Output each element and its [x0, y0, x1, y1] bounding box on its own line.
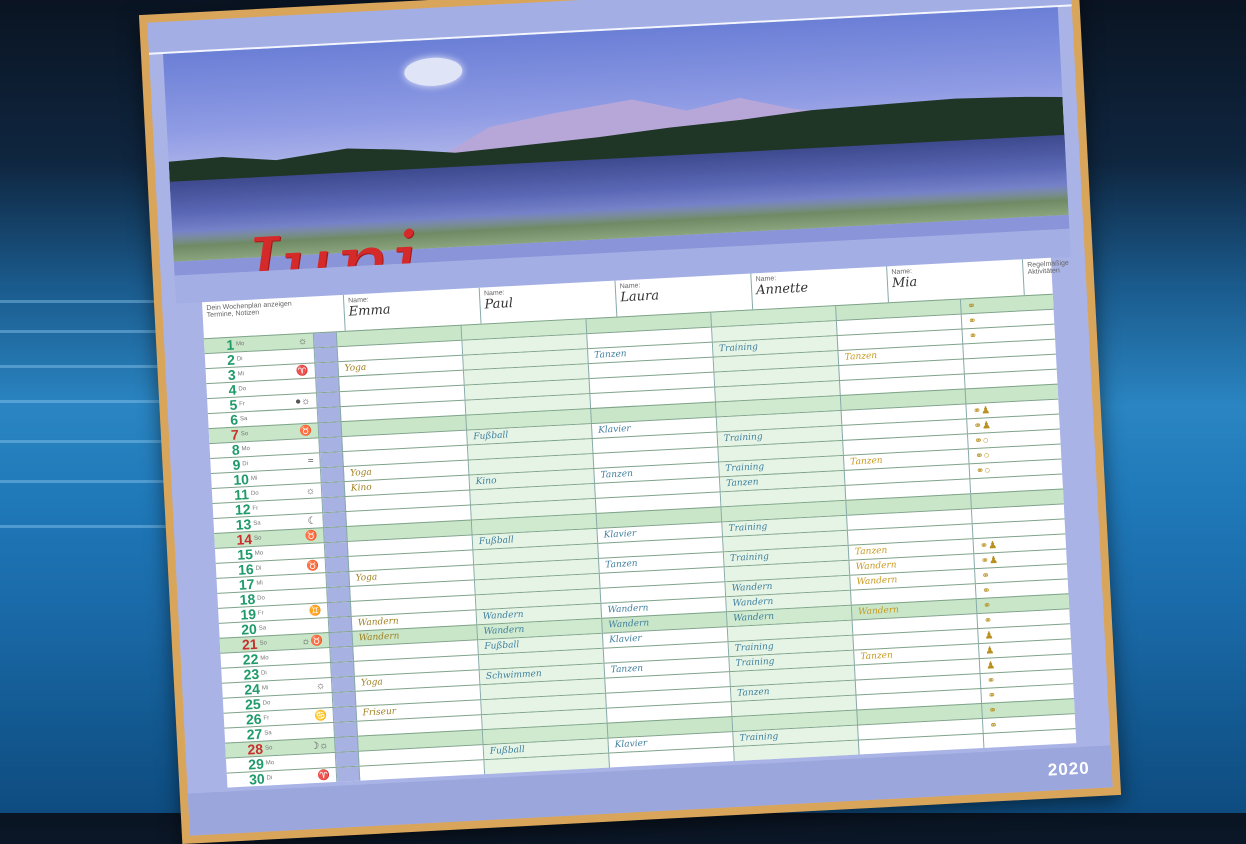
weekday-abbrev: Mo	[265, 760, 275, 767]
weekday-abbrev: Di	[242, 461, 249, 468]
weekday-abbrev: Mi	[250, 475, 258, 482]
day-number: 5	[229, 396, 238, 413]
weekday-abbrev: Fr	[263, 715, 270, 722]
day-number: 4	[228, 381, 237, 398]
week-column	[318, 422, 343, 438]
weekday-abbrev: Do	[250, 490, 259, 497]
week-column	[315, 362, 339, 378]
water-streak	[0, 400, 180, 403]
week-column	[316, 392, 341, 408]
week-column	[323, 512, 347, 528]
week-column	[314, 347, 339, 363]
weekday-abbrev: Mo	[254, 550, 264, 557]
week-column	[333, 706, 358, 722]
weekday-abbrev: Mo	[260, 655, 269, 662]
astro-symbol-icon: ♈	[295, 365, 309, 377]
weekday-abbrev: Di	[260, 670, 267, 677]
weekday-abbrev: Sa	[258, 625, 267, 632]
day-number: 1	[225, 336, 235, 354]
weekday-abbrev: Di	[236, 356, 243, 363]
week-column	[317, 407, 342, 423]
weekday-abbrev: Di	[266, 775, 273, 782]
week-column	[325, 556, 350, 573]
week-column	[328, 616, 353, 633]
moon	[403, 56, 463, 88]
day-rows: 1 Mo ☼ ⚭ 2 Di ⚭ 3 Mi ♈ Yoga Tanzen Training ⚭ 4 Do Tanze…	[203, 293, 1077, 788]
weekday-abbrev: Mi	[261, 685, 269, 692]
week-column	[324, 541, 349, 558]
weekday-abbrev: So	[264, 745, 273, 752]
astro-symbol-icon: ☼♉	[300, 634, 324, 648]
weekday-abbrev: Sa	[264, 730, 272, 737]
astro-symbol-icon: ♉	[304, 530, 318, 542]
week-column	[320, 467, 345, 483]
week-column	[330, 646, 354, 663]
extra-label: Regelmäßige Aktivitäten	[1027, 259, 1070, 277]
planner-grid: Dein Wochenplan anzeigen Termine, Notize…	[202, 257, 1077, 788]
week-column	[322, 497, 347, 513]
astro-symbol-icon: ☾	[307, 515, 317, 527]
week-column	[319, 437, 343, 453]
weekday-abbrev: Sa	[253, 520, 261, 527]
astro-symbol-icon: ☼	[297, 335, 308, 347]
week-column	[332, 691, 357, 707]
weekday-abbrev: Do	[262, 700, 271, 707]
week-column	[320, 452, 344, 468]
calendar-page: Juni Dein Wochenplan anzeigen Termine, N…	[147, 0, 1113, 836]
weekday-abbrev: Do	[238, 386, 247, 393]
week-column	[323, 526, 348, 543]
week-column	[334, 721, 358, 737]
weekday-abbrev: Fr	[239, 401, 246, 408]
weekday-abbrev: Fr	[252, 505, 259, 512]
year-label: 2020	[1047, 758, 1091, 780]
day-number: 3	[227, 366, 237, 383]
weekday-abbrev: Di	[255, 565, 262, 572]
week-column	[327, 586, 351, 603]
day-number: 6	[229, 411, 239, 428]
day-number: 7	[230, 426, 240, 443]
astro-symbol-icon: ♉	[299, 425, 313, 437]
weekday-abbrev: Mo	[235, 341, 245, 348]
weekday-abbrev: Do	[257, 595, 266, 602]
week-column	[327, 601, 352, 618]
day-number: 8	[231, 441, 241, 458]
astro-symbol-icon: ♊	[308, 604, 322, 617]
week-column	[331, 661, 355, 677]
astro-symbol-icon: ♈	[317, 769, 331, 782]
astro-symbol-icon: ☼	[315, 679, 326, 692]
day-number: 2	[226, 351, 236, 369]
weekday-abbrev: Mo	[241, 445, 251, 453]
week-column	[335, 751, 360, 767]
day-number: 9	[232, 456, 241, 473]
weekday-abbrev: Mi	[256, 580, 263, 587]
wall-calendar: Juni Dein Wochenplan anzeigen Termine, N…	[138, 0, 1122, 844]
week-column	[329, 631, 354, 648]
weekday-abbrev: Fr	[257, 610, 264, 617]
week-column	[316, 377, 340, 393]
astro-symbol-icon: ●☼	[294, 395, 311, 408]
week-column	[336, 766, 361, 782]
astro-symbol-icon: ☼	[305, 485, 316, 497]
water-streak	[0, 480, 170, 483]
weekday-abbrev: Mi	[237, 371, 245, 378]
week-column	[331, 676, 356, 692]
weekday-abbrev: So	[240, 431, 249, 438]
extra-header: Regelmäßige Aktivitäten	[1023, 258, 1070, 295]
weekday-abbrev: So	[259, 640, 268, 647]
weekday-abbrev: So	[253, 535, 262, 542]
astro-symbol-icon: ≈	[307, 455, 314, 467]
astro-symbol-icon: ☽☼	[309, 739, 329, 752]
week-column	[334, 736, 359, 752]
weekday-abbrev: Sa	[239, 416, 248, 423]
week-column	[326, 571, 350, 588]
astro-symbol-icon: ♋	[314, 709, 328, 722]
week-column	[321, 482, 346, 498]
astro-symbol-icon: ♉	[306, 560, 320, 572]
day-number: 30	[248, 770, 266, 788]
week-column	[313, 332, 338, 348]
